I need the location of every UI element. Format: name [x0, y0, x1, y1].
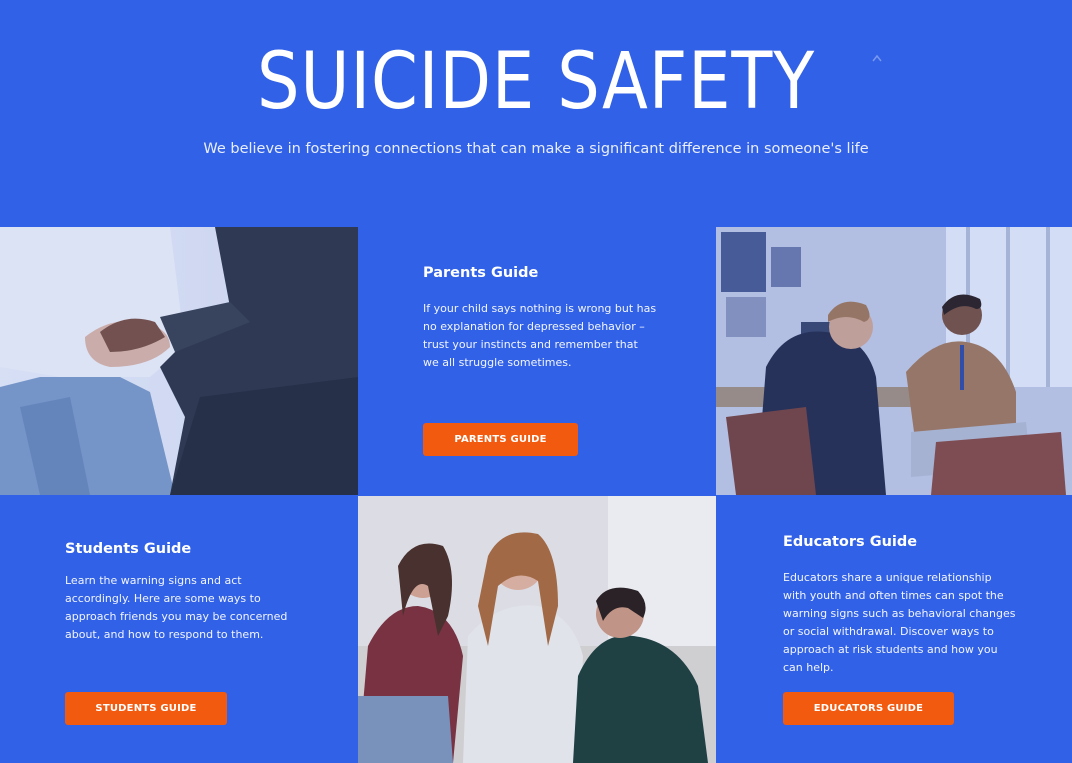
educators-guide-card: Educators Guide Educators share a unique… — [716, 496, 1072, 763]
guides-grid: Parents Guide If your child says nothing… — [0, 227, 1072, 763]
students-guide-text: Learn the warning signs and act accordin… — [65, 572, 315, 644]
educators-guide-text-line: Educators share a unique relationship — [783, 571, 992, 584]
parents-guide-card: Parents Guide If your child says nothing… — [358, 227, 716, 495]
counseling-session-photo — [716, 227, 1072, 495]
educators-guide-title: Educators Guide — [783, 534, 918, 550]
parents-guide-text-line: we all struggle sometimes. — [423, 356, 572, 369]
holding-hands-photo — [0, 227, 358, 495]
educators-guide-text-line: can help. — [783, 661, 834, 674]
parents-guide-button[interactable]: PARENTS GUIDE — [423, 423, 578, 456]
educators-guide-button[interactable]: EDUCATORS GUIDE — [783, 692, 954, 725]
hero-subtitle: We believe in fostering connections that… — [203, 141, 869, 157]
students-guide-text-line: accordingly. Here are some ways to — [65, 592, 261, 605]
students-guide-button[interactable]: STUDENTS GUIDE — [65, 692, 227, 725]
students-guide-text-line: about, and how to respond to them. — [65, 628, 264, 641]
students-guide-card: Students Guide Learn the warning signs a… — [0, 496, 358, 763]
friends-comforting-photo — [358, 496, 716, 763]
hero-section: SUICIDE SAFETY We believe in fostering c… — [0, 0, 1072, 227]
parents-guide-text-line: trust your instincts and remember that — [423, 338, 638, 351]
students-guide-text-line: Learn the warning signs and act — [65, 574, 242, 587]
chevron-up-icon — [872, 54, 882, 62]
educators-guide-text-line: approach at risk students and how you — [783, 643, 998, 656]
parents-guide-text-line: no explanation for depressed behavior – — [423, 320, 645, 333]
educators-guide-text: Educators share a unique relationship wi… — [783, 569, 1043, 677]
page-title: SUICIDE SAFETY — [256, 37, 816, 127]
parents-guide-text-line: If your child says nothing is wrong but … — [423, 302, 657, 315]
students-guide-title: Students Guide — [65, 541, 192, 557]
parents-guide-title: Parents Guide — [423, 265, 539, 281]
parents-guide-text: If your child says nothing is wrong but … — [423, 300, 673, 372]
students-guide-text-line: approach friends you may be concerned — [65, 610, 288, 623]
educators-guide-text-line: with youth and often times can spot the — [783, 589, 1004, 602]
educators-guide-text-line: or social withdrawal. Discover ways to — [783, 625, 994, 638]
educators-guide-text-line: warning signs such as behavioral changes — [783, 607, 1016, 620]
